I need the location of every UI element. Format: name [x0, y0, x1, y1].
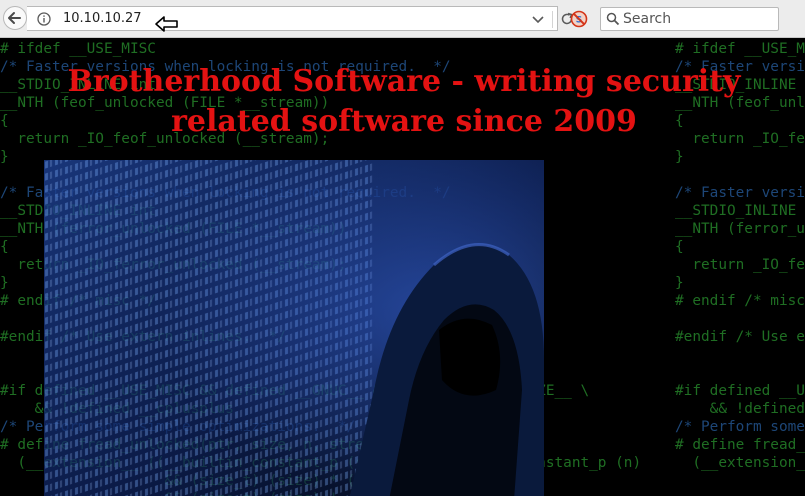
code-line: return _IO_fe: [675, 257, 805, 273]
browser-toolbar: 10.10.10.27 S: [0, 0, 805, 38]
noscript-icon[interactable]: S: [570, 10, 588, 28]
code-line: {: [0, 113, 9, 129]
code-line: __NTH (ferror_u: [675, 221, 805, 237]
code-line: {: [675, 239, 684, 255]
code-line: && !defined: [675, 401, 805, 417]
chevron-down-icon[interactable]: [531, 12, 545, 26]
cursor-icon: [155, 16, 178, 32]
back-arrow-icon: [8, 12, 21, 24]
code-line: __STDIO_INLINE: [675, 203, 797, 219]
url-text[interactable]: 10.10.10.27: [63, 11, 142, 26]
code-line: #if defined __U: [675, 383, 805, 399]
info-icon[interactable]: [37, 12, 51, 26]
code-line: # endif /* misc: [675, 293, 805, 309]
page-headline: Brotherhood Software - writing security …: [30, 62, 778, 142]
headline-line-1: Brotherhood Software - writing security: [67, 64, 741, 99]
code-line: /* Faster versi: [675, 185, 805, 201]
url-bar[interactable]: 10.10.10.27: [27, 6, 573, 31]
back-button[interactable]: [3, 6, 27, 30]
hooded-hacker-image: [44, 160, 544, 496]
code-line: }: [0, 275, 9, 291]
code-line: #endif /* Use e: [675, 329, 805, 345]
code-line: # ifdef __USE_MISC: [0, 41, 156, 57]
search-input[interactable]: [623, 9, 773, 29]
code-line: }: [675, 149, 684, 165]
url-separator: [552, 11, 553, 28]
code-line: /* Perform some: [675, 419, 805, 435]
code-line: }: [0, 149, 9, 165]
code-line: }: [675, 275, 684, 291]
code-line: # define fread_: [675, 437, 805, 453]
code-line: # ifdef __USE_M: [675, 41, 805, 57]
page-content: # ifdef __USE_MISC /* Faster versions wh…: [0, 38, 805, 496]
search-box[interactable]: [600, 7, 779, 31]
code-line: {: [0, 239, 9, 255]
code-line: (__extension_: [675, 455, 805, 471]
headline-line-2: related software since 2009: [171, 104, 637, 139]
search-icon: [606, 12, 620, 26]
